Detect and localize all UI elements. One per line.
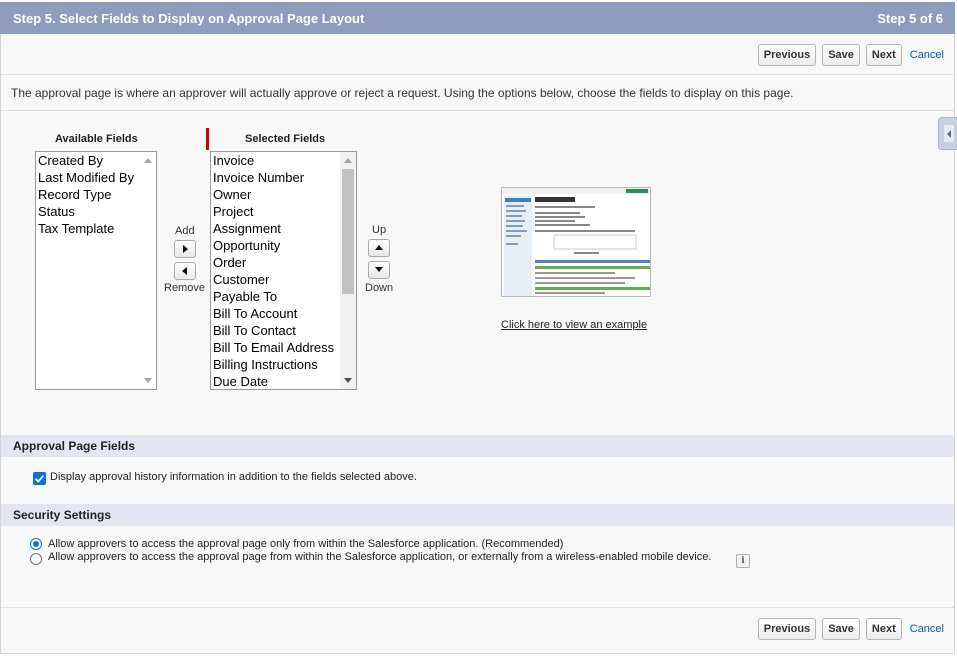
move-down-button[interactable] xyxy=(368,261,390,279)
previous-button[interactable]: Previous xyxy=(757,618,817,640)
security-settings-header: Security Settings xyxy=(1,504,954,526)
save-button[interactable]: Save xyxy=(822,44,860,66)
previous-button[interactable]: Previous xyxy=(757,44,817,66)
triangle-up-icon xyxy=(375,245,383,250)
move-up-button[interactable] xyxy=(368,239,390,257)
info-icon[interactable]: i xyxy=(736,554,750,568)
approval-history-label: Display approval history information in … xyxy=(50,471,417,483)
list-option[interactable]: Last Modified By xyxy=(36,169,156,186)
divider xyxy=(1,607,954,608)
scroll-down-icon[interactable] xyxy=(344,378,352,383)
scroll-up-icon[interactable] xyxy=(344,158,352,163)
list-option[interactable]: Status xyxy=(36,203,156,220)
available-fields-heading: Available Fields xyxy=(55,133,138,145)
step-counter: Step 5 of 6 xyxy=(877,11,943,26)
next-button[interactable]: Next xyxy=(865,618,902,640)
list-option[interactable]: Bill To Email Address xyxy=(211,339,356,356)
bottom-button-row: Previous Save Next Cancel xyxy=(757,618,944,640)
preview-thumbnail-graphic xyxy=(502,188,650,296)
view-example-link[interactable]: Click here to view an example xyxy=(501,319,647,331)
approval-history-checkbox[interactable] xyxy=(33,472,46,485)
list-option[interactable]: Created By xyxy=(36,152,156,169)
remove-label: Remove xyxy=(164,282,205,294)
list-option[interactable]: Invoice Number xyxy=(211,169,356,186)
list-option[interactable]: Due Date xyxy=(211,373,356,389)
list-option[interactable]: Assignment xyxy=(211,220,356,237)
checkmark-icon xyxy=(34,474,45,483)
scroll-thumb[interactable] xyxy=(342,169,354,294)
list-option[interactable]: Order xyxy=(211,254,356,271)
internal-access-radio[interactable] xyxy=(30,538,42,550)
scroll-down-icon[interactable] xyxy=(144,378,152,383)
internal-access-label: Allow approvers to access the approval p… xyxy=(48,538,564,550)
selected-fields-heading: Selected Fields xyxy=(245,133,326,145)
example-preview-image[interactable] xyxy=(501,187,651,297)
available-fields-list[interactable]: Created By Last Modified By Record Type … xyxy=(35,151,157,390)
remove-button[interactable] xyxy=(174,262,196,280)
description-text: The approval page is where an approver w… xyxy=(11,86,794,100)
list-option[interactable]: Bill To Account xyxy=(211,305,356,322)
next-button[interactable]: Next xyxy=(865,44,902,66)
selected-fields-list[interactable]: Invoice Invoice Number Owner Project Ass… xyxy=(210,151,357,390)
down-label: Down xyxy=(365,282,394,294)
add-button[interactable] xyxy=(174,240,196,258)
sidebar-collapse-icon xyxy=(947,130,951,138)
external-access-radio[interactable] xyxy=(30,553,42,565)
selected-scrollbar[interactable] xyxy=(340,152,356,389)
list-option[interactable]: Billing Instructions xyxy=(211,356,356,373)
list-option[interactable]: Record Type xyxy=(36,186,156,203)
required-indicator xyxy=(206,128,209,150)
cancel-link[interactable]: Cancel xyxy=(910,49,944,61)
save-button[interactable]: Save xyxy=(822,618,860,640)
sidebar-collapse-tab[interactable] xyxy=(938,117,957,150)
step-header: Step 5. Select Fields to Display on Appr… xyxy=(0,2,955,34)
approval-page-fields-header: Approval Page Fields xyxy=(1,435,954,457)
external-access-label: Allow approvers to access the approval p… xyxy=(48,551,712,563)
list-option[interactable]: Tax Template xyxy=(36,220,156,237)
add-label: Add xyxy=(175,225,195,237)
cancel-link[interactable]: Cancel xyxy=(910,623,944,635)
triangle-down-icon xyxy=(375,267,383,272)
available-scrollbar[interactable] xyxy=(140,152,156,389)
list-option[interactable]: Project xyxy=(211,203,356,220)
divider xyxy=(1,110,954,111)
top-button-row: Previous Save Next Cancel xyxy=(757,44,944,66)
list-option[interactable]: Opportunity xyxy=(211,237,356,254)
list-option[interactable]: Customer xyxy=(211,271,356,288)
divider xyxy=(1,74,954,75)
list-option[interactable]: Owner xyxy=(211,186,356,203)
triangle-right-icon xyxy=(183,245,188,253)
list-option[interactable]: Bill To Contact xyxy=(211,322,356,339)
triangle-left-icon xyxy=(182,267,187,275)
list-option[interactable]: Payable To xyxy=(211,288,356,305)
scroll-up-icon[interactable] xyxy=(144,158,152,163)
step-title: Step 5. Select Fields to Display on Appr… xyxy=(13,11,365,26)
up-label: Up xyxy=(372,224,387,236)
list-option[interactable]: Invoice xyxy=(211,152,356,169)
